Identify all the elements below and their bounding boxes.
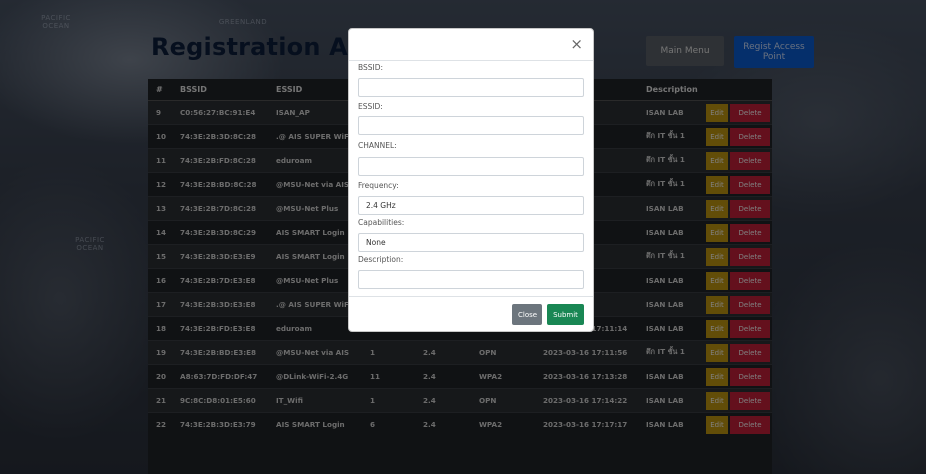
modal-footer: Close Submit <box>349 296 593 325</box>
close-icon[interactable]: × <box>570 34 583 54</box>
essid-input[interactable] <box>358 116 584 135</box>
frequency-label: Frequency: <box>358 181 399 190</box>
channel-label: CHANNEL: <box>358 141 397 150</box>
capabilities-input[interactable] <box>358 233 584 252</box>
register-access-point-modal: × BSSID: ESSID: CHANNEL: Frequency: Capa… <box>348 28 594 332</box>
submit-button[interactable]: Submit <box>547 304 584 325</box>
close-button[interactable]: Close <box>512 304 542 325</box>
essid-label: ESSID: <box>358 102 383 111</box>
channel-input[interactable] <box>358 157 584 176</box>
frequency-input[interactable] <box>358 196 584 215</box>
capabilities-label: Capabilities: <box>358 218 405 227</box>
bssid-label: BSSID: <box>358 63 384 72</box>
bssid-input[interactable] <box>358 78 584 97</box>
description-input[interactable] <box>358 270 584 289</box>
description-label: Description: <box>358 255 404 264</box>
